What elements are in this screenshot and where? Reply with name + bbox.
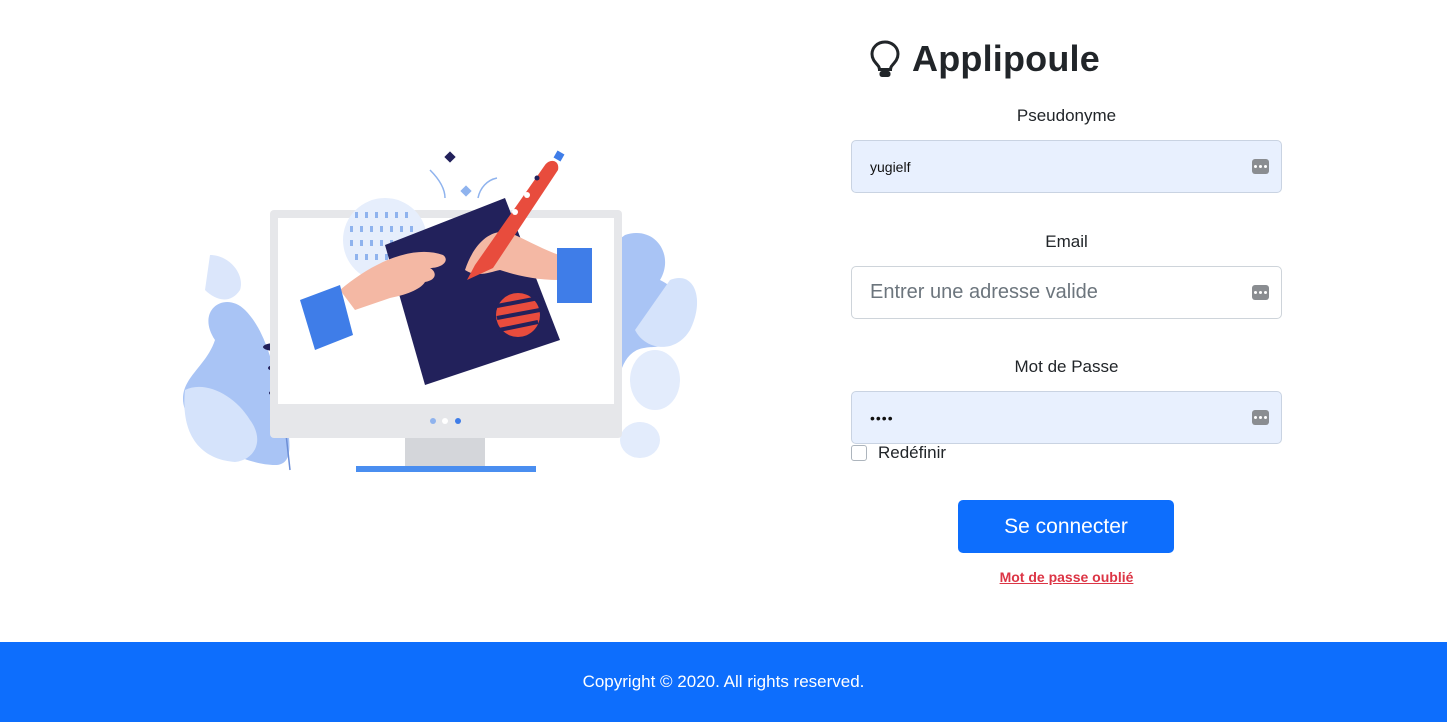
email-field[interactable]: Entrer une adresse valide xyxy=(851,266,1282,319)
remember-label[interactable]: Redéfinir xyxy=(878,443,946,463)
lightbulb-icon xyxy=(870,40,900,77)
footer: Copyright © 2020. All rights reserved. xyxy=(0,642,1447,722)
password-masked-value: •••• xyxy=(870,409,894,426)
username-label: Pseudonyme xyxy=(1016,106,1117,125)
password-manager-key-icon[interactable] xyxy=(1252,410,1269,425)
username-value: yugielf xyxy=(870,158,911,175)
password-manager-key-icon[interactable] xyxy=(1252,285,1269,300)
remember-option[interactable]: Redéfinir xyxy=(851,442,946,464)
app-title: Applipoule xyxy=(912,38,1100,79)
brand-header: Applipoule xyxy=(868,36,1100,82)
login-illustration xyxy=(182,150,698,472)
remember-checkbox[interactable] xyxy=(851,445,867,461)
email-placeholder: Entrer une adresse valide xyxy=(870,281,1098,303)
email-label: Email xyxy=(1045,232,1088,251)
login-button[interactable]: Se connecter xyxy=(958,500,1174,553)
username-field[interactable]: yugielf xyxy=(851,140,1282,193)
password-field[interactable]: •••• xyxy=(851,391,1282,444)
sparkle-decorations xyxy=(429,151,498,199)
login-form: Pseudonyme yugielf Email Entrer une adre… xyxy=(851,104,1282,444)
copyright-text: Copyright © 2020. All rights reserved. xyxy=(582,672,865,691)
password-manager-key-icon[interactable] xyxy=(1252,159,1269,174)
password-label: Mot de Passe xyxy=(1014,357,1119,376)
forgot-password-link[interactable]: Mot de passe oublié xyxy=(851,569,1282,585)
